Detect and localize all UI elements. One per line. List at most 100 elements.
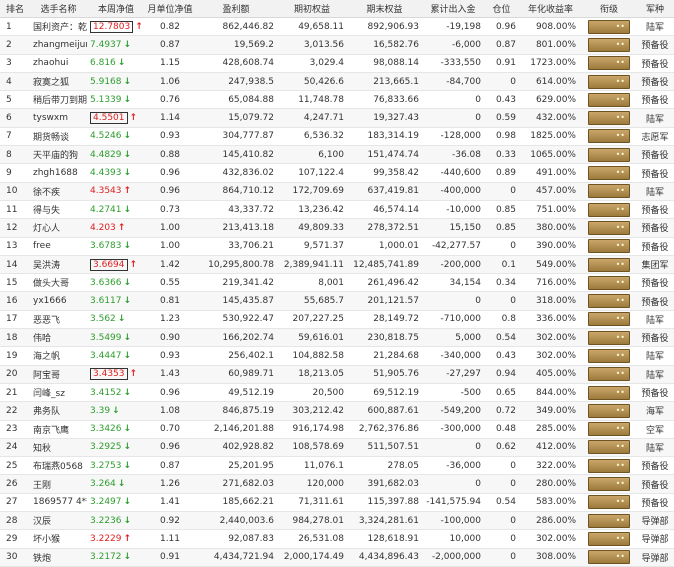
branch-cell: 预备役: [636, 474, 674, 494]
military-rank-badge-icon: ••: [588, 19, 630, 34]
player-name-link[interactable]: 弗务队: [30, 401, 87, 421]
profit-cell: 2,146,201.88: [195, 420, 277, 439]
col-header-name[interactable]: 选手名称: [30, 0, 87, 18]
player-name-link[interactable]: 伟哈: [30, 328, 87, 348]
table-row[interactable]: 16 yx1666 3.6117 ↓ 0.81 145,435.87 55,685.7 201…: [0, 291, 674, 311]
player-name-link[interactable]: 1869577 4***: [30, 493, 87, 513]
player-name-link[interactable]: 知秋: [30, 438, 87, 458]
col-header-branch[interactable]: 军种: [636, 0, 674, 18]
annual-return-cell: 908.00%: [519, 17, 582, 37]
player-name-link[interactable]: 布瑞燕0568: [30, 456, 87, 476]
player-name-link[interactable]: tyswxm: [30, 108, 87, 128]
table-row[interactable]: 14 吴洪涛 3.6694 ↑ 1.42 10,295,800.78 2,389,941.1…: [0, 255, 674, 275]
col-header-position[interactable]: 仓位: [484, 0, 519, 18]
player-name-link[interactable]: 海之帆: [30, 346, 87, 366]
profit-cell: 25,201.95: [195, 456, 277, 476]
col-header-rank[interactable]: 排名: [0, 0, 30, 18]
badge-stars-icon: ••: [615, 460, 625, 470]
player-name-link[interactable]: 阿宝哥: [30, 365, 87, 384]
table-row[interactable]: 6 tyswxm 4.5501 ↑ 1.14 15,079.72 4,247.71 19,32…: [0, 108, 674, 128]
nav-value: 3.2236: [90, 515, 122, 526]
player-name-link[interactable]: 得与失: [30, 200, 87, 220]
table-row[interactable]: 1国利资产：乾势为王12.7803↑0.82862,446.8249,658.1…: [0, 17, 674, 37]
player-name-link[interactable]: 闫峰_sz: [30, 383, 87, 403]
table-row[interactable]: 25 布瑞燕0568 3.2753 ↓ 0.87 25,201.95 11,076.1 278…: [0, 456, 674, 476]
net-flow-cell: -340,000: [422, 346, 484, 366]
table-row[interactable]: 29 坏小猴 3.2229 ↑ 1.11 92,087.83 26,531.08 128,61…: [0, 529, 674, 549]
table-row[interactable]: 21 闫峰_sz 3.4152 ↓ 0.96 49,512.19 20,500 69,512.…: [0, 383, 674, 403]
player-name-link[interactable]: 吴洪涛: [30, 255, 87, 275]
table-row[interactable]: 10 徐不疾 4.3543 ↑ 0.96 864,710.12 172,709.69 637,…: [0, 182, 674, 201]
table-row[interactable]: 271869577 4***3.2497↓1.41185,662.2171,31…: [0, 493, 674, 513]
player-name-link[interactable]: free: [30, 237, 87, 256]
col-header-rank-badge[interactable]: 衔级: [582, 0, 636, 18]
player-name-link[interactable]: 稍后带刀到期: [30, 90, 87, 110]
end-equity-cell: 391,682.03: [347, 474, 422, 494]
nav-value: 4.203: [90, 222, 116, 233]
branch-cell: 预备役: [636, 273, 674, 293]
table-row[interactable]: 22 弗务队 3.39 ↓ 1.08 846,875.19 303,212.42 600,88…: [0, 401, 674, 421]
table-row[interactable]: 17 恶恶飞 3.562 ↓ 1.23 530,922.47 207,227.25 28,14…: [0, 310, 674, 330]
col-header-net-flow[interactable]: 累计出入金: [422, 0, 484, 18]
table-row[interactable]: 8 天平庙的狗 4.4829 ↓ 0.88 145,410.82 6,100 151,474.…: [0, 145, 674, 165]
annual-return-cell: 285.00%: [519, 420, 582, 439]
table-row[interactable]: 12 灯心人 4.203 ↑ 1.00 213,413.18 49,809.33 278,37…: [0, 218, 674, 238]
player-name-link[interactable]: 王刚: [30, 474, 87, 494]
profit-cell: 65,084.88: [195, 90, 277, 110]
annual-return-cell: 302.00%: [519, 346, 582, 366]
player-name-link[interactable]: 国利资产：乾势为王: [30, 17, 87, 37]
player-name-link[interactable]: 徐不疾: [30, 182, 87, 201]
table-row[interactable]: 15 做头大哥 3.6366 ↓ 0.55 219,341.42 8,001 261,496.…: [0, 273, 674, 293]
col-header-unit-nav[interactable]: 月单位净值: [145, 0, 195, 18]
start-equity-cell: 11,076.1: [277, 456, 347, 476]
col-header-annual-return[interactable]: 年化收益率: [519, 0, 582, 18]
player-name-link[interactable]: 做头大哥: [30, 273, 87, 293]
table-row[interactable]: 23 南京飞鹰 3.3426 ↓ 0.70 2,146,201.88 916,174.98 2…: [0, 420, 674, 439]
table-row[interactable]: 3 zhaohui 6.816 ↓ 1.15 428,608.74 3,029.4 98,08…: [0, 54, 674, 73]
table-row[interactable]: 4 寂寞之狐 5.9168 ↓ 1.06 247,938.5 50,426.6 213,665…: [0, 72, 674, 92]
branch-cell: 预备役: [636, 54, 674, 73]
profit-cell: 145,410.82: [195, 145, 277, 165]
table-row[interactable]: 20 阿宝哥 3.4353 ↑ 1.43 60,989.71 18,213.05 51,905…: [0, 365, 674, 384]
player-name-link[interactable]: 南京飞鹰: [30, 420, 87, 439]
player-name-link[interactable]: 铁炮: [30, 548, 87, 567]
player-name-link[interactable]: zhgh1688: [30, 163, 87, 183]
player-name-link[interactable]: 寂寞之狐: [30, 72, 87, 92]
net-flow-cell: 0: [422, 291, 484, 311]
player-name-link[interactable]: zhangmeijun: [30, 35, 87, 55]
player-name-link[interactable]: 灯心人: [30, 218, 87, 238]
table-row[interactable]: 2 zhangmeijun 7.4937 ↓ 0.87 19,569.2 3,013.56 1…: [0, 35, 674, 55]
table-row[interactable]: 19 海之帆 3.4447 ↓ 0.93 256,402.1 104,882.58 21,28…: [0, 346, 674, 366]
table-row[interactable]: 5 稍后带刀到期 5.1339 ↓ 0.76 65,084.88 11,748.78 76,8…: [0, 90, 674, 110]
player-name-link[interactable]: 汉辰: [30, 511, 87, 531]
military-rank-badge-icon: ••: [588, 422, 630, 437]
table-row[interactable]: 26 王刚 3.264 ↓ 1.26 271,682.03 120,000 391,682.0…: [0, 474, 674, 494]
player-name-link[interactable]: 恶恶飞: [30, 310, 87, 330]
table-row[interactable]: 30 铁炮 3.2172 ↓ 0.91 4,434,721.94 2,000,174.49 4…: [0, 548, 674, 567]
player-name-link[interactable]: yx1666: [30, 291, 87, 311]
annual-return-cell: 380.00%: [519, 218, 582, 238]
player-name-link[interactable]: 期货畅谈: [30, 127, 87, 147]
military-rank-badge-icon: ••: [588, 385, 630, 400]
table-row[interactable]: 24 知秋 3.2925 ↓ 0.96 402,928.82 108,578.69 511,5…: [0, 438, 674, 458]
col-header-end-equity[interactable]: 期末权益: [347, 0, 422, 18]
table-row[interactable]: 7 期货畅谈 4.5246 ↓ 0.93 304,777.87 6,536.32 183,31…: [0, 127, 674, 147]
rank-cell: 14: [0, 255, 30, 275]
col-header-profit[interactable]: 盈利额: [195, 0, 277, 18]
player-name-link[interactable]: zhaohui: [30, 54, 87, 73]
table-row[interactable]: 11 得与失 4.2741 ↓ 0.73 43,337.72 13,236.42 46,574…: [0, 200, 674, 220]
player-name-link[interactable]: 坏小猴: [30, 529, 87, 549]
table-row[interactable]: 13 free 3.6783 ↓ 1.00 33,706.21 9,571.37 1,000.…: [0, 237, 674, 256]
position-cell: 0.94: [484, 365, 519, 384]
table-row[interactable]: 18 伟哈 3.5499 ↓ 0.90 166,202.74 59,616.01 230,81…: [0, 328, 674, 348]
start-equity-cell: 107,122.4: [277, 163, 347, 183]
col-header-nav[interactable]: 本周净值: [87, 0, 145, 18]
table-row[interactable]: 9 zhgh1688 4.4393 ↓ 0.96 432,836.02 107,122.4 9…: [0, 163, 674, 183]
player-name-link[interactable]: 天平庙的狗: [30, 145, 87, 165]
col-header-start-equity[interactable]: 期初权益: [277, 0, 347, 18]
rank-badge-cell: ••: [582, 328, 636, 348]
nav-value: 3.6366: [90, 277, 122, 288]
start-equity-cell: 172,709.69: [277, 182, 347, 201]
table-row[interactable]: 28 汉辰 3.2236 ↓ 0.92 2,440,003.6 984,278.01 3,32…: [0, 511, 674, 531]
nav-cell: 5.9168 ↓: [87, 72, 145, 92]
